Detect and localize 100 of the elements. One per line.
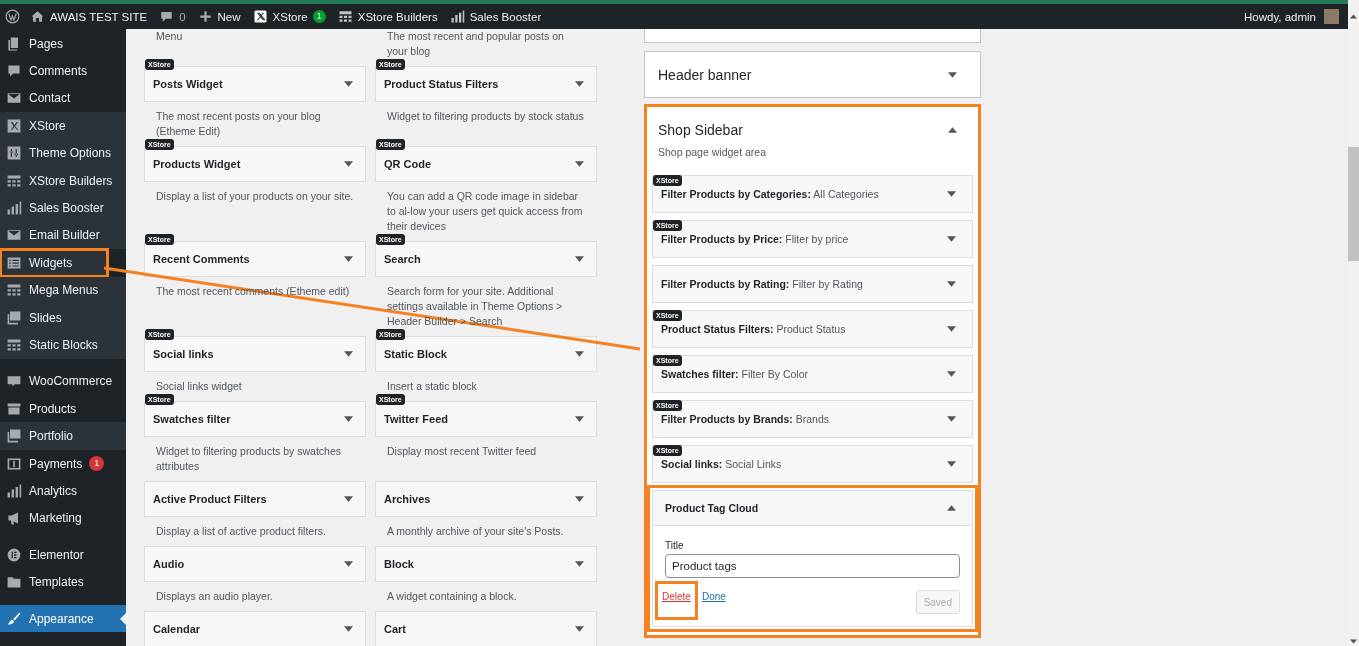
caret-icon [344, 81, 353, 87]
account-link[interactable]: Howdy, admin [1242, 9, 1341, 24]
widget-description: The most recent and popular posts on your blog [386, 29, 565, 59]
brush-icon [6, 610, 22, 627]
home-icon [30, 9, 45, 24]
caret-icon [947, 326, 956, 332]
scrollbar-thumb[interactable] [1348, 147, 1359, 261]
box-icon [6, 400, 22, 417]
widget-description: Displays an audio player. [155, 589, 274, 604]
wordpress-logo-icon[interactable] [5, 9, 20, 24]
grid-icon [6, 282, 22, 299]
menu-item[interactable]: Appearance [0, 604, 126, 633]
field-label: Title [665, 540, 685, 551]
menu-item[interactable]: Slides [0, 303, 126, 332]
scroll-up-icon[interactable] [1350, 14, 1357, 19]
menu-item[interactable]: Products [0, 395, 126, 423]
menu-item[interactable]: Pages [0, 30, 126, 58]
new-link[interactable]: New [195, 9, 243, 24]
widget-item[interactable]: Block [375, 546, 597, 582]
caret-icon [575, 626, 584, 632]
menu-item[interactable]: Mega Menus [0, 276, 126, 304]
toolbar-link[interactable]: XStore Builders [335, 9, 440, 24]
widget-item[interactable]: Filter Products by Rating: Filter by Rating [652, 265, 973, 303]
caret-icon [947, 236, 956, 242]
widget-item[interactable]: QR Code [375, 146, 597, 182]
delete-link[interactable]: Delete [655, 581, 698, 620]
caret-icon[interactable] [948, 71, 957, 78]
scroll-down-icon[interactable] [1350, 639, 1357, 644]
menu-item[interactable]: Contact [0, 84, 126, 113]
toolbar-link[interactable]: XStore 1 [250, 9, 328, 24]
widget-item[interactable]: Search [375, 241, 597, 277]
collapse-caret-icon[interactable] [947, 505, 956, 511]
widget-description: Social links widget [155, 379, 243, 394]
caret-icon [344, 161, 353, 167]
caret-icon [575, 496, 584, 502]
caret-icon [575, 81, 584, 87]
widget-item[interactable]: Product Status Filters [375, 66, 597, 102]
menu-item[interactable]: Comments [0, 57, 126, 85]
menu-item[interactable]: Analytics [0, 477, 126, 505]
caret-icon [344, 256, 353, 262]
title-input-field[interactable]: Product tags [665, 554, 960, 578]
toolbar-link[interactable]: Sales Booster [447, 9, 544, 24]
caret-icon [344, 351, 353, 357]
widget-item[interactable]: Posts Widget [144, 66, 366, 102]
images-icon [6, 428, 22, 445]
list-icon [6, 254, 22, 271]
caret-icon [947, 461, 956, 467]
x-logo-icon [6, 117, 22, 134]
widget-item[interactable]: Cart [375, 611, 597, 646]
menu-item[interactable]: Static Blocks [0, 331, 126, 359]
menu-item[interactable]: XStore [0, 112, 126, 140]
menu-item[interactable]: Templates [0, 568, 126, 596]
menu-item[interactable]: Payments 1 [0, 449, 126, 478]
widget-area-title[interactable]: Header banner [658, 66, 752, 83]
caret-icon [947, 371, 956, 377]
widget-title[interactable]: Product Tag Cloud [665, 502, 759, 514]
bar-chart-icon [6, 200, 22, 217]
widget-description: A monthly archive of your site's Posts. [386, 524, 565, 539]
menu-item[interactable]: Sales Booster [0, 194, 126, 222]
caret-icon [947, 191, 956, 197]
caret-icon [575, 256, 584, 262]
sliders-icon [6, 145, 22, 162]
widget-description: Display most recent Twitter feed [386, 444, 538, 459]
caret-icon [947, 281, 956, 287]
widget-item[interactable]: Calendar [144, 611, 366, 646]
widget-item[interactable]: Recent Comments [144, 241, 366, 277]
widget-item[interactable]: Static Block [375, 336, 597, 372]
folder-icon [6, 574, 22, 591]
bar-chart-icon [449, 9, 465, 24]
widget-item[interactable]: Twitter Feed [375, 401, 597, 437]
caret-icon [575, 416, 584, 422]
bar-chart-icon [6, 482, 22, 499]
done-link[interactable]: Done [701, 591, 726, 602]
grid-icon [337, 9, 353, 24]
plus-icon [197, 9, 213, 24]
widget-item[interactable]: Archives [375, 481, 597, 517]
menu-item[interactable]: Marketing [0, 504, 126, 533]
comments-link[interactable]: 0 [157, 9, 188, 24]
menu-item[interactable]: Widgets [0, 249, 108, 277]
site-name-link[interactable]: AWAIS TEST SITE [28, 9, 150, 24]
widget-item[interactable]: Swatches filter [144, 401, 366, 437]
caret-icon [344, 496, 353, 502]
count-badge: 1 [89, 456, 105, 472]
widget-item[interactable]: Audio [144, 546, 366, 582]
menu-item[interactable]: Elementor [0, 541, 126, 569]
widget-area-title[interactable]: Shop Sidebar [658, 121, 743, 138]
menu-item[interactable]: Theme Options [0, 139, 126, 167]
collapse-caret-icon[interactable] [948, 126, 957, 133]
menu-item[interactable]: WooCommerce [0, 367, 126, 396]
widget-description: Display a list of active product filters. [155, 524, 327, 539]
menu-item[interactable]: XStore Builders [0, 166, 126, 195]
caret-icon [575, 161, 584, 167]
count-badge: 1 [312, 10, 326, 23]
widget-item[interactable]: Active Product Filters [144, 481, 366, 517]
widget-description: A widget containing a block. [386, 589, 518, 604]
menu-item[interactable]: Portfolio [0, 422, 126, 450]
widget-item[interactable]: Products Widget [144, 146, 366, 182]
images-icon [6, 309, 22, 326]
menu-item[interactable]: Email Builder [0, 221, 126, 250]
widget-item[interactable]: Social links [144, 336, 366, 372]
